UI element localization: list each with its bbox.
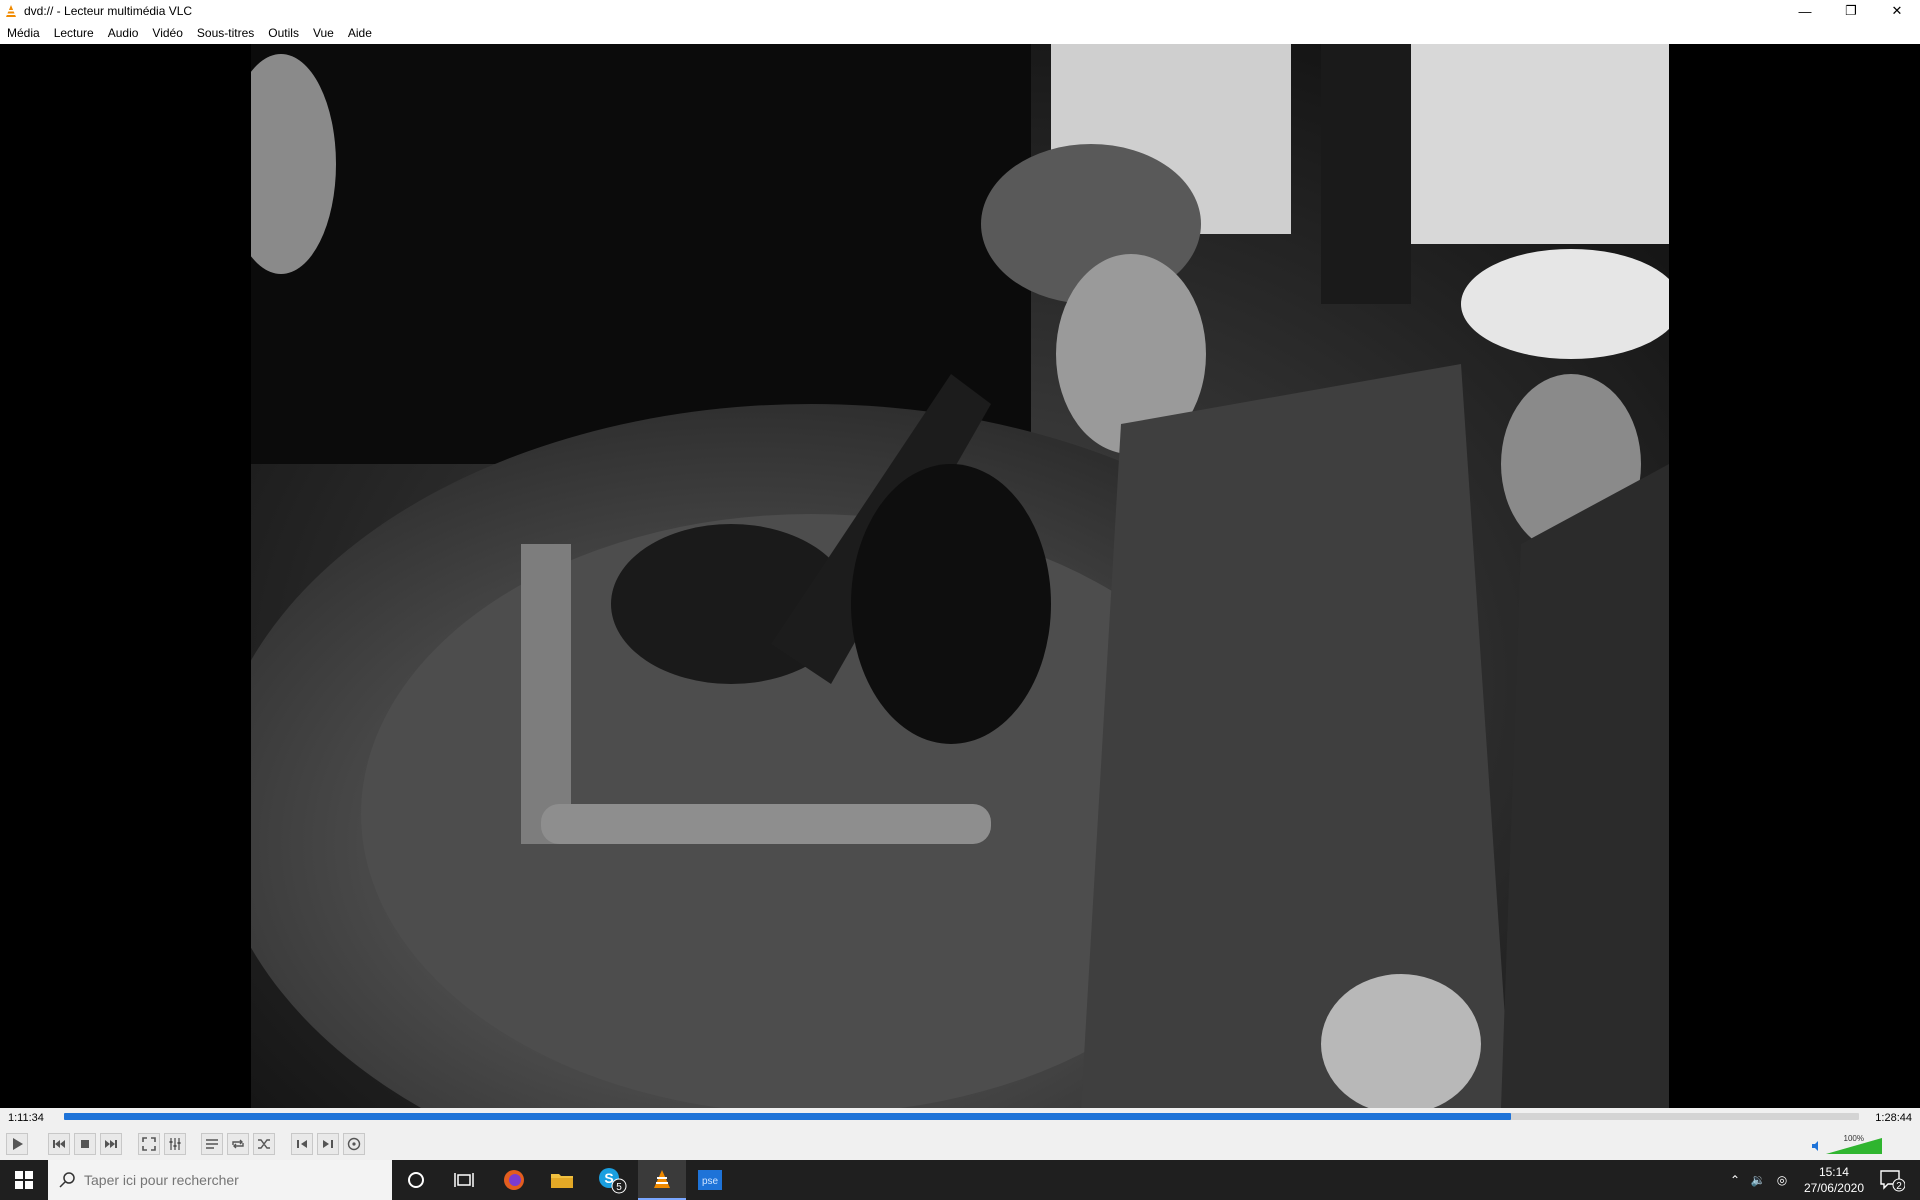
play-button[interactable]	[6, 1133, 28, 1155]
action-center-button[interactable]: 2	[1874, 1160, 1910, 1200]
playlist-icon	[206, 1139, 218, 1149]
menu-view[interactable]: Vue	[306, 22, 341, 44]
next-icon	[105, 1140, 117, 1148]
search-input[interactable]	[82, 1171, 366, 1189]
menu-video[interactable]: Vidéo	[145, 22, 189, 44]
photoshop-elements-button[interactable]: pse	[686, 1160, 734, 1200]
fullscreen-button[interactable]	[138, 1133, 160, 1155]
seek-progress	[64, 1113, 1511, 1120]
loop-button[interactable]	[227, 1133, 249, 1155]
taskbar: S 5 pse ⌃ 🔉 ◎ 15:14 27/06/2020 2	[0, 1160, 1920, 1200]
shuffle-icon	[258, 1139, 270, 1149]
task-view-button[interactable]	[440, 1160, 488, 1200]
task-view-icon	[454, 1173, 474, 1187]
elapsed-time[interactable]: 1:11:34	[8, 1112, 44, 1124]
notification-count: 2	[1896, 1181, 1902, 1192]
fullscreen-icon	[142, 1137, 156, 1151]
stop-button[interactable]	[74, 1133, 96, 1155]
notification-icon: 2	[1880, 1170, 1905, 1192]
previous-icon	[53, 1140, 65, 1148]
menu-bar: Média Lecture Audio Vidéo Sous-titres Ou…	[0, 22, 1920, 44]
loop-icon	[232, 1139, 244, 1149]
vlc-cone-icon	[654, 1170, 670, 1188]
firefox-button[interactable]	[490, 1160, 538, 1200]
menu-help[interactable]: Aide	[341, 22, 379, 44]
network-globe-icon[interactable]: ◎	[1770, 1173, 1794, 1187]
frame-back-button[interactable]	[291, 1133, 313, 1155]
frame-forward-button[interactable]	[317, 1133, 339, 1155]
skype-badge: 5	[616, 1182, 622, 1193]
photoshop-elements-icon: pse	[698, 1170, 722, 1190]
seek-bar[interactable]	[64, 1113, 1859, 1120]
menu-audio[interactable]: Audio	[101, 22, 146, 44]
volume-slider[interactable]	[1812, 1136, 1884, 1156]
vlc-taskbar-button[interactable]	[638, 1160, 686, 1200]
menu-subtitles[interactable]: Sous-titres	[190, 22, 261, 44]
start-button[interactable]	[0, 1160, 48, 1200]
previous-button[interactable]	[48, 1133, 70, 1155]
dvd-menu-icon	[347, 1137, 361, 1151]
player-controls: 1:11:34 1:28:44 100%	[0, 1108, 1920, 1160]
restore-button[interactable]: ❐	[1828, 0, 1874, 22]
video-area[interactable]	[0, 44, 1920, 1108]
extended-settings-icon	[169, 1138, 181, 1150]
dvd-menu-button[interactable]	[343, 1133, 365, 1155]
search-icon	[59, 1172, 75, 1188]
file-explorer-button[interactable]	[538, 1160, 586, 1200]
close-button[interactable]: ✕	[1874, 0, 1920, 22]
speaker-icon	[1812, 1141, 1818, 1151]
next-button[interactable]	[100, 1133, 122, 1155]
video-frame	[251, 44, 1669, 1108]
volume-level	[1826, 1138, 1882, 1154]
shuffle-button[interactable]	[253, 1133, 275, 1155]
stop-icon	[81, 1140, 89, 1148]
cortana-icon	[408, 1172, 424, 1188]
title-bar: dvd:// - Lecteur multimédia VLC — ❐ ✕	[0, 0, 1920, 22]
taskbar-search[interactable]	[48, 1160, 392, 1200]
ps-label: pse	[702, 1176, 719, 1187]
frame-forward-icon	[323, 1140, 333, 1148]
cortana-button[interactable]	[392, 1160, 440, 1200]
clock[interactable]: 15:14 27/06/2020	[1804, 1164, 1864, 1196]
minimize-button[interactable]: —	[1782, 0, 1828, 22]
system-tray: ⌃ 🔉 ◎	[1724, 1160, 1794, 1200]
clock-date: 27/06/2020	[1803, 1181, 1864, 1195]
menu-lecture[interactable]: Lecture	[47, 22, 101, 44]
window-title: dvd:// - Lecteur multimédia VLC	[24, 4, 193, 18]
folder-icon	[551, 1174, 573, 1188]
skype-button[interactable]: S 5	[588, 1160, 636, 1200]
window-controls: — ❐ ✕	[1782, 0, 1920, 22]
tray-expand-icon[interactable]: ⌃	[1724, 1173, 1746, 1187]
speaker-tray-icon[interactable]: 🔉	[1746, 1173, 1770, 1187]
vlc-cone-icon	[6, 5, 16, 17]
menu-tools[interactable]: Outils	[261, 22, 306, 44]
clock-time: 15:14	[1818, 1165, 1849, 1179]
play-icon	[13, 1138, 23, 1150]
extended-settings-button[interactable]	[164, 1133, 186, 1155]
firefox-icon	[504, 1170, 524, 1190]
skype-icon: S 5	[599, 1168, 627, 1194]
playlist-button[interactable]	[201, 1133, 223, 1155]
menu-media[interactable]: Média	[0, 22, 47, 44]
windows-icon	[15, 1171, 33, 1189]
total-time[interactable]: 1:28:44	[1875, 1112, 1912, 1124]
frame-back-icon	[297, 1140, 307, 1148]
